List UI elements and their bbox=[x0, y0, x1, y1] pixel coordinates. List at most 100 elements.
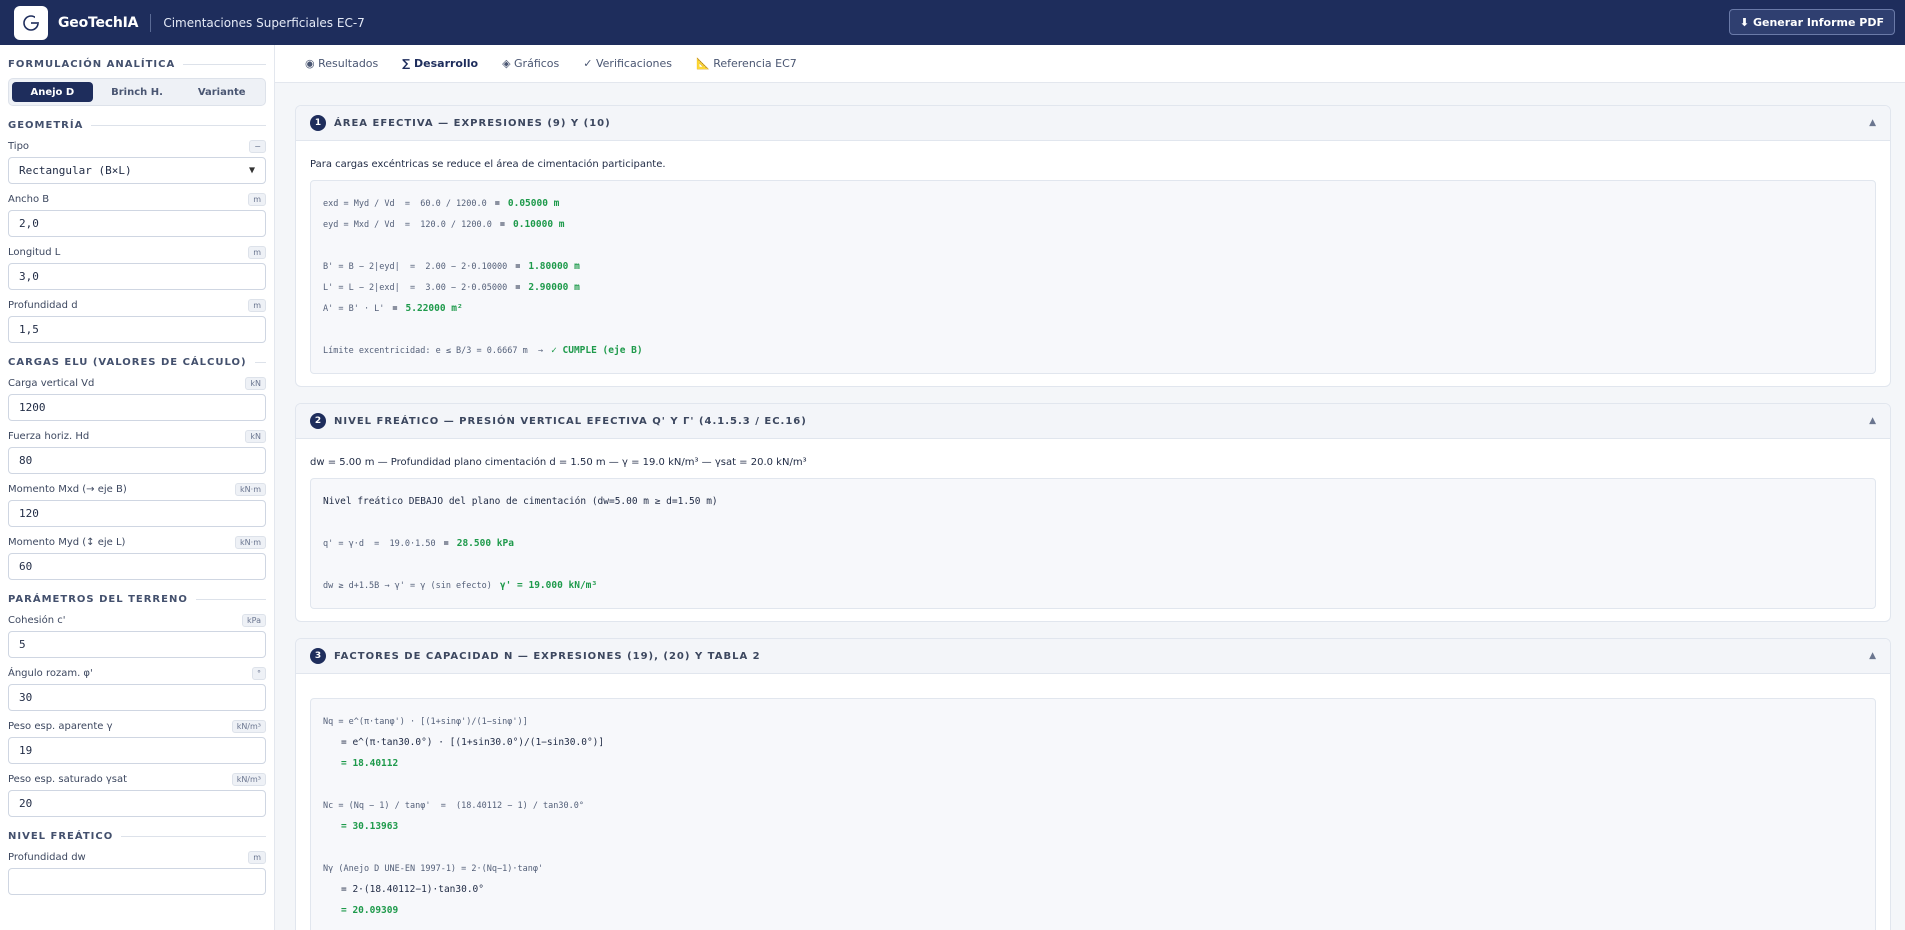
card-area-efectiva: 1 ÁREA EFECTIVA — EXPRESIONES (9) Y (10)… bbox=[295, 105, 1891, 387]
b-prime-expression: B' = B − 2|eyd| = 2.00 − 2·0.10000 bbox=[323, 261, 508, 272]
card-header-area-efectiva[interactable]: 1 ÁREA EFECTIVA — EXPRESIONES (9) Y (10)… bbox=[296, 106, 1890, 141]
formula-box: Nivel freático DEBAJO del plano de cimen… bbox=[310, 478, 1876, 609]
ngamma-expression: Nγ (Anejo D UNE-EN 1997-1) = 2·(Nq−1)·ta… bbox=[323, 863, 544, 874]
tab-bar: ◉ Resultados ∑ Desarrollo ◈ Gráficos ✓ V… bbox=[275, 45, 1905, 83]
myd-label: Momento Myd (↕ eje L) bbox=[8, 536, 126, 548]
section-title-cargas: CARGAS ELU (VALORES DE CÁLCULO) bbox=[8, 357, 266, 368]
top-bar: GeoTechIA Cimentaciones Superficiales EC… bbox=[0, 0, 1905, 45]
card-title: FACTORES DE CAPACIDAD N — EXPRESIONES (1… bbox=[334, 650, 761, 662]
tipo-label: Tipo bbox=[8, 140, 30, 152]
hd-label: Fuerza horiz. Hd bbox=[8, 430, 90, 442]
nq-result: = 18.40112 bbox=[341, 758, 399, 769]
angulo-input[interactable]: 30 bbox=[8, 684, 266, 711]
step-number-badge: 2 bbox=[310, 413, 326, 429]
formulation-variante[interactable]: Variante bbox=[181, 82, 262, 102]
peso-saturado-label: Peso esp. saturado γsat bbox=[8, 773, 128, 785]
vd-label: Carga vertical Vd bbox=[8, 377, 95, 389]
tab-desarrollo[interactable]: ∑ Desarrollo bbox=[402, 45, 492, 83]
nq-expression: Nq = e^(π·tanφ') · [(1+sinφ')/(1−sinφ')] bbox=[323, 716, 528, 727]
longitud-unit: m bbox=[248, 245, 266, 259]
hd-input[interactable]: 80 bbox=[8, 447, 266, 474]
sidebar: FORMULACIÓN ANALÍTICA Anejo D Brinch H. … bbox=[0, 45, 275, 930]
b-prime-result: 1.80000 m bbox=[528, 261, 580, 272]
app-logo bbox=[14, 5, 48, 40]
exd-expression: exd = Myd / Vd = 60.0 / 1200.0 bbox=[323, 198, 487, 209]
ancho-input[interactable]: 2,0 bbox=[8, 210, 266, 237]
dw-label: Profundidad dw bbox=[8, 851, 86, 863]
card-header-factores-capacidad[interactable]: 3 FACTORES DE CAPACIDAD N — EXPRESIONES … bbox=[296, 639, 1890, 674]
exd-result: 0.05000 m bbox=[507, 198, 560, 209]
card-factores-capacidad: 3 FACTORES DE CAPACIDAD N — EXPRESIONES … bbox=[295, 638, 1891, 930]
longitud-input[interactable]: 3,0 bbox=[8, 263, 266, 290]
water-table-status: Nivel freático DEBAJO del plano de cimen… bbox=[323, 496, 718, 507]
eccentricity-limit-expression: Límite excentricidad: e ≤ B/3 = 0.6667 m… bbox=[323, 345, 544, 356]
section-title-formulacion: FORMULACIÓN ANALÍTICA bbox=[8, 59, 266, 70]
dw-unit: m bbox=[248, 850, 266, 864]
formulation-selector: Anejo D Brinch H. Variante bbox=[8, 78, 266, 106]
mxd-input[interactable]: 120 bbox=[8, 500, 266, 527]
l-prime-result: 2.90000 m bbox=[528, 282, 580, 293]
tipo-select[interactable]: Rectangular (B×L) ▼ bbox=[8, 157, 266, 184]
mxd-label: Momento Mxd (→ eje B) bbox=[8, 483, 127, 495]
peso-saturado-input[interactable]: 20 bbox=[8, 790, 266, 817]
generate-pdf-button[interactable]: ⬇ Generar Informe PDF bbox=[1728, 9, 1895, 35]
myd-input[interactable]: 60 bbox=[8, 553, 266, 580]
peso-aparente-input[interactable]: 19 bbox=[8, 737, 266, 764]
equals-sign: = bbox=[515, 282, 521, 293]
nc-result: = 30.13963 bbox=[341, 821, 399, 832]
formulation-anejo-d[interactable]: Anejo D bbox=[12, 82, 93, 102]
vd-input[interactable]: 1200 bbox=[8, 394, 266, 421]
formulation-brinch-h[interactable]: Brinch H. bbox=[97, 82, 178, 102]
card-title: ÁREA EFECTIVA — EXPRESIONES (9) Y (10) bbox=[334, 117, 611, 129]
collapse-icon[interactable]: ▲ bbox=[1869, 651, 1876, 661]
card-intro: dw = 5.00 m — Profundidad plano cimentac… bbox=[310, 457, 807, 468]
equals-sign: = bbox=[499, 219, 506, 230]
nc-expression: Nc = (Nq − 1) / tanφ' = (18.40112 − 1) /… bbox=[323, 800, 584, 811]
tab-referencia-ec7[interactable]: 📐 Referencia EC7 bbox=[696, 45, 811, 83]
card-header-nivel-freatico[interactable]: 2 NIVEL FREÁTICO — PRESIÓN VERTICAL EFEC… bbox=[296, 404, 1890, 439]
tipo-unit: − bbox=[249, 139, 266, 153]
gamma-prime-result: γ' = 19.000 kN/m³ bbox=[499, 580, 598, 591]
tab-verificaciones[interactable]: ✓ Verificaciones bbox=[583, 45, 686, 83]
content-area: 1 ÁREA EFECTIVA — EXPRESIONES (9) Y (10)… bbox=[275, 83, 1905, 930]
eyd-expression: eyd = Mxd / Vd = 120.0 / 1200.0 bbox=[323, 219, 492, 230]
l-prime-expression: L' = L − 2|exd| = 3.00 − 2·0.05000 bbox=[323, 282, 508, 293]
angulo-label: Ángulo rozam. φ' bbox=[8, 667, 93, 679]
main-panel: ◉ Resultados ∑ Desarrollo ◈ Gráficos ✓ V… bbox=[275, 45, 1905, 930]
brand-name: GeoTechIA bbox=[58, 14, 139, 31]
myd-unit: kN·m bbox=[235, 535, 266, 549]
vd-unit: kN bbox=[245, 376, 266, 390]
ancho-label: Ancho B bbox=[8, 193, 50, 205]
ngamma-substitution: = 2·(18.40112−1)·tan30.0° bbox=[341, 884, 484, 895]
tipo-value: Rectangular (B×L) bbox=[19, 164, 132, 177]
eyd-result: 0.10000 m bbox=[513, 219, 565, 230]
cohesion-label: Cohesión c' bbox=[8, 614, 66, 626]
collapse-icon[interactable]: ▲ bbox=[1869, 118, 1876, 128]
tab-graficos[interactable]: ◈ Gráficos bbox=[502, 45, 573, 83]
step-number-badge: 3 bbox=[310, 648, 326, 664]
cohesion-input[interactable]: 5 bbox=[8, 631, 266, 658]
nq-substitution: = e^(π·tan30.0°) · [(1+sin30.0°)/(1−sin3… bbox=[341, 737, 605, 748]
dw-input[interactable] bbox=[8, 868, 266, 895]
section-title-geometria: GEOMETRÍA bbox=[8, 120, 266, 131]
peso-aparente-label: Peso esp. aparente γ bbox=[8, 720, 113, 732]
card-title: NIVEL FREÁTICO — PRESIÓN VERTICAL EFECTI… bbox=[334, 415, 807, 427]
app-title: Cimentaciones Superficiales EC-7 bbox=[163, 15, 365, 30]
logo-g-icon bbox=[23, 14, 39, 31]
a-prime-result: 5.22000 m² bbox=[405, 303, 463, 314]
collapse-icon[interactable]: ▲ bbox=[1869, 416, 1876, 426]
longitud-label: Longitud L bbox=[8, 246, 61, 258]
q-prime-result: 28.500 kPa bbox=[456, 538, 514, 549]
cohesion-unit: kPa bbox=[242, 613, 266, 627]
angulo-unit: ° bbox=[252, 666, 266, 680]
equals-sign: = bbox=[494, 198, 500, 209]
card-intro: Para cargas excéntricas se reduce el áre… bbox=[310, 159, 666, 170]
mxd-unit: kN·m bbox=[235, 482, 266, 496]
equals-sign: = bbox=[392, 303, 398, 314]
profundidad-input[interactable]: 1,5 bbox=[8, 316, 266, 343]
tab-resultados[interactable]: ◉ Resultados bbox=[305, 45, 392, 83]
section-title-freatico: NIVEL FREÁTICO bbox=[8, 831, 266, 842]
peso-aparente-unit: kN/m³ bbox=[231, 719, 266, 733]
equals-sign: = bbox=[443, 538, 449, 549]
ngamma-result: = 20.09309 bbox=[341, 905, 399, 916]
